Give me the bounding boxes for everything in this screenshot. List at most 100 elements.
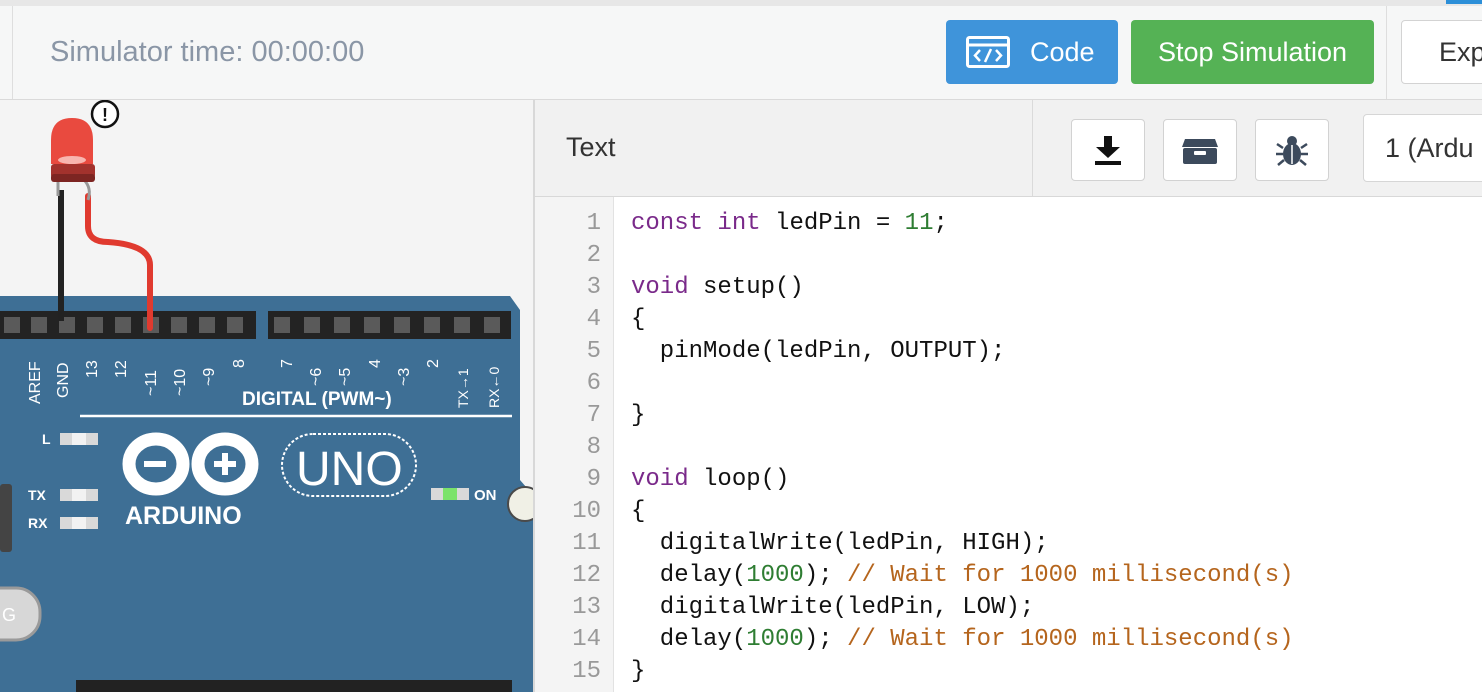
export-button[interactable]: Exp [1401,20,1482,84]
code-token: digitalWrite(ledPin, HIGH); [631,530,1049,557]
code-token: 1000 [746,562,804,589]
code-button[interactable]: Code [946,20,1118,84]
download-button[interactable] [1071,119,1145,181]
code-token: { [631,306,646,333]
line-number: 3 [586,274,601,301]
line-number: 5 [586,338,601,365]
line-number: 1 [586,210,601,237]
pin-label: ~3 [396,368,413,386]
code-text: digitalWrite(ledPin, LOW); [631,592,1034,624]
line-number: 2 [586,242,601,269]
code-token: } [631,658,646,685]
debug-bug-icon [1276,136,1308,166]
device-select-value: 1 (Ardu [1385,132,1474,163]
code-token: digitalWrite(ledPin, LOW); [631,594,1035,621]
line-number: 14 [572,626,601,653]
code-token: 1000 [746,626,804,653]
usb-connector [0,484,12,552]
line-number: 11 [572,530,601,557]
code-text: } [631,400,645,432]
pin-label: 4 [367,359,384,368]
code-line[interactable]: 7} [535,400,1482,432]
code-line[interactable]: 15} [535,656,1482,688]
warning-mark: ! [102,105,108,125]
export-button-label: Exp [1439,36,1482,67]
code-text: pinMode(ledPin, OUTPUT); [631,336,1006,368]
arduino-brand: ARDUINO [125,502,242,530]
library-button[interactable] [1163,119,1237,181]
pin-label: AREF [27,361,44,404]
stop-simulation-button[interactable]: Stop Simulation [1131,20,1374,84]
code-text: const int ledPin = 11; [631,208,948,240]
pin-label: 12 [113,360,130,378]
red-led [51,118,95,182]
pin-label: ~10 [172,369,189,396]
code-text: void loop() [631,464,789,496]
pin-label: ~9 [201,368,218,386]
editor-header-divider [1032,100,1033,196]
code-line[interactable]: 11 digitalWrite(ledPin, HIGH); [535,528,1482,560]
line-number: 15 [572,658,601,685]
led-label-rx: RX [28,515,48,531]
editor-mode-label[interactable]: Text [566,132,616,163]
code-line[interactable]: 10 { [535,496,1482,528]
code-line[interactable]: 14 delay(1000); // Wait for 1000 millise… [535,624,1482,656]
code-line[interactable]: 4{ [535,304,1482,336]
code-line[interactable]: 12 delay(1000); // Wait for 1000 millise… [535,560,1482,592]
code-line[interactable]: 8 [535,432,1482,464]
pin-label: 2 [425,359,442,368]
code-token: loop() [688,466,790,493]
circuit-drawing: AREF GND 13 12 ~11 ~10 ~9 8 7 ~6 ~5 4 ~3… [0,100,533,692]
code-token: // Wait for 1000 millisecond(s) [847,562,1294,589]
debugger-button[interactable] [1255,119,1329,181]
circuit-canvas[interactable]: AREF GND 13 12 ~11 ~10 ~9 8 7 ~6 ~5 4 ~3… [0,100,533,692]
stop-simulation-label: Stop Simulation [1157,36,1348,67]
toolbar-divider-right [1386,6,1387,99]
code-token: ); [803,562,848,589]
device-select[interactable]: 1 (Ardu [1363,114,1482,182]
top-accent [1446,0,1482,4]
code-token: // Wait for 1000 millisecond(s) [847,626,1294,653]
code-window-icon [966,36,1010,68]
bottom-header [76,680,512,692]
code-line[interactable]: 9 void loop() [535,464,1482,496]
header-left-pins [4,317,243,333]
line-number: 7 [586,402,601,429]
simulator-time: Simulator time: 00:00:00 [50,36,365,68]
code-line[interactable]: 2 [535,240,1482,272]
code-token: 11 [904,210,934,237]
code-token: pinMode(ledPin, OUTPUT); [631,338,1006,365]
library-icon [1182,139,1218,164]
code-text: { [631,304,645,336]
code-line[interactable]: 5 pinMode(ledPin, OUTPUT); [535,336,1482,368]
code-token: ; [933,210,948,237]
led-label-l: L [42,431,51,447]
code-token: int [717,210,761,237]
code-text: delay(1000); // Wait for 1000 millisecon… [631,624,1294,656]
code-line[interactable]: 1 const int ledPin = 11; [535,208,1482,240]
line-number: 9 [586,466,601,493]
digital-pwm-label: DIGITAL (PWM~) [242,389,392,410]
led-label-tx: TX [28,487,47,503]
code-text: } [631,656,645,688]
pin-label: ~6 [308,368,325,386]
reset-button [507,486,533,522]
code-token: setup() [688,274,804,301]
pin-label: 13 [84,360,101,378]
line-number: 13 [572,594,601,621]
partial-g-label: G [2,605,16,625]
pin-label: GND [55,362,72,398]
code-line[interactable]: 3 void setup() [535,272,1482,304]
code-token: ); [803,626,848,653]
code-text: { [631,496,645,528]
code-line[interactable]: 6 [535,368,1482,400]
code-line[interactable]: 13 digitalWrite(ledPin, LOW); [535,592,1482,624]
toolbar: Simulator time: 00:00:00 Code Stop Simul… [0,6,1482,100]
editor-header: Text 1 (Ardu [535,100,1482,197]
pin-label: 7 [279,359,296,368]
code-editor[interactable]: 1 const int ledPin = 11; 2 3 void setup() 4{5… [535,197,1482,692]
code-token: void [631,466,689,493]
line-number: 6 [586,370,601,397]
code-token: delay( [631,626,747,653]
